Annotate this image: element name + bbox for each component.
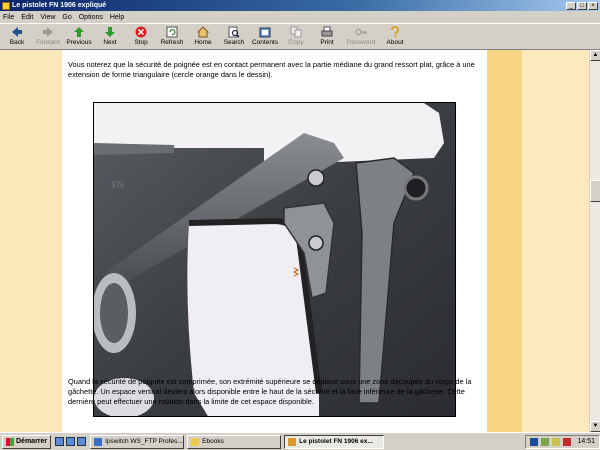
volume-icon[interactable] [552, 437, 561, 446]
app-icon [2, 1, 10, 10]
antivirus-icon[interactable] [563, 437, 572, 446]
vertical-scrollbar[interactable]: ▲ ▼ [589, 50, 600, 432]
network-icon[interactable] [541, 437, 550, 446]
start-label: Démarrer [16, 438, 48, 445]
forward-arrow-icon [42, 26, 54, 38]
right-margin [522, 50, 589, 432]
menu-go[interactable]: Go [62, 14, 71, 21]
browser-icon[interactable] [66, 437, 76, 446]
forward-label: Forward [36, 39, 60, 46]
search-button[interactable]: Search [219, 24, 249, 50]
menu-edit[interactable]: Edit [21, 14, 33, 21]
taskbar: Démarrer Ipswitch WS_FTP Profes... Ebook… [0, 432, 600, 450]
home-icon [197, 26, 209, 38]
left-margin [0, 50, 62, 432]
copy-label: Copy [288, 39, 304, 46]
print-label: Print [320, 39, 334, 46]
folder-icon [191, 437, 200, 446]
contents-icon [259, 26, 271, 38]
menu-bar: File Edit View Go Options Help [0, 11, 600, 23]
up-arrow-icon [73, 26, 85, 38]
task-document[interactable]: Le pistolet FN 1906 ex... [284, 434, 385, 449]
window-controls: _ □ × [566, 1, 598, 10]
print-button[interactable]: Print [312, 24, 342, 50]
clock: 14:51 [577, 438, 595, 445]
about-button[interactable]: About [380, 24, 410, 50]
svg-text:FN: FN [112, 180, 124, 190]
contents-label: Contents [251, 39, 279, 46]
contents-button[interactable]: Contents [250, 24, 280, 50]
scroll-thumb[interactable] [590, 180, 600, 202]
ftp-icon [94, 437, 103, 446]
task-ebooks[interactable]: Ebooks [187, 434, 282, 449]
about-icon [389, 26, 401, 38]
password-button[interactable]: Password [343, 24, 379, 50]
paragraph-2: Quand la sécurité de poignée est comprim… [68, 377, 472, 406]
document-view: Vous noterez que la sécurité de poignée … [0, 50, 589, 432]
refresh-button[interactable]: Refresh [157, 24, 187, 50]
stop-label: Stop [134, 39, 148, 46]
search-label: Search [223, 39, 245, 46]
task-ebooks-label: Ebooks [202, 438, 224, 445]
quick-launch [55, 437, 87, 446]
language-icon[interactable] [530, 437, 539, 446]
task-ftp-label: Ipswitch WS_FTP Profes... [105, 438, 183, 445]
ebook-icon [288, 437, 297, 446]
windows-logo-icon [6, 437, 14, 446]
down-arrow-icon [104, 26, 116, 38]
window-title: Le pistolet FN 1906 expliqué [12, 2, 107, 9]
close-button[interactable]: × [588, 1, 598, 10]
password-label: Password [346, 39, 376, 46]
home-button[interactable]: Home [188, 24, 218, 50]
search-icon [228, 26, 240, 38]
copy-icon [290, 26, 302, 38]
scroll-up-button[interactable]: ▲ [590, 50, 600, 61]
minimize-button[interactable]: _ [566, 1, 576, 10]
refresh-icon [166, 26, 178, 38]
previous-button[interactable]: Previous [64, 24, 94, 50]
refresh-label: Refresh [160, 39, 184, 46]
scroll-down-button[interactable]: ▼ [590, 421, 600, 432]
back-button[interactable]: Back [2, 24, 32, 50]
right-margin-stripe [487, 50, 522, 432]
menu-help[interactable]: Help [110, 14, 124, 21]
about-label: About [386, 39, 404, 46]
toolbar: Back Forward Previous Next Stop Refresh … [0, 23, 600, 50]
key-icon [355, 26, 367, 38]
next-button[interactable]: Next [95, 24, 125, 50]
pistol-mechanism-photo: FN [93, 102, 456, 417]
stop-icon [135, 26, 147, 38]
task-document-label: Le pistolet FN 1906 ex... [299, 438, 373, 445]
home-label: Home [194, 39, 212, 46]
back-label: Back [9, 39, 25, 46]
task-ftp[interactable]: Ipswitch WS_FTP Profes... [90, 434, 185, 449]
system-tray: 14:51 [525, 434, 600, 449]
menu-view[interactable]: View [40, 14, 55, 21]
title-bar: Le pistolet FN 1906 expliqué _ □ × [0, 0, 600, 11]
next-label: Next [103, 39, 117, 46]
maximize-button[interactable]: □ [577, 1, 587, 10]
stop-button[interactable]: Stop [126, 24, 156, 50]
start-button[interactable]: Démarrer [2, 434, 52, 449]
paragraph-1: Vous noterez que la sécurité de poignée … [68, 60, 475, 79]
explorer-icon[interactable] [77, 437, 87, 446]
menu-file[interactable]: File [3, 14, 14, 21]
forward-button[interactable]: Forward [33, 24, 63, 50]
desktop-icon[interactable] [55, 437, 65, 446]
copy-button[interactable]: Copy [281, 24, 311, 50]
back-arrow-icon [11, 26, 23, 38]
previous-label: Previous [66, 39, 92, 46]
print-icon [321, 26, 333, 38]
menu-options[interactable]: Options [79, 14, 103, 21]
